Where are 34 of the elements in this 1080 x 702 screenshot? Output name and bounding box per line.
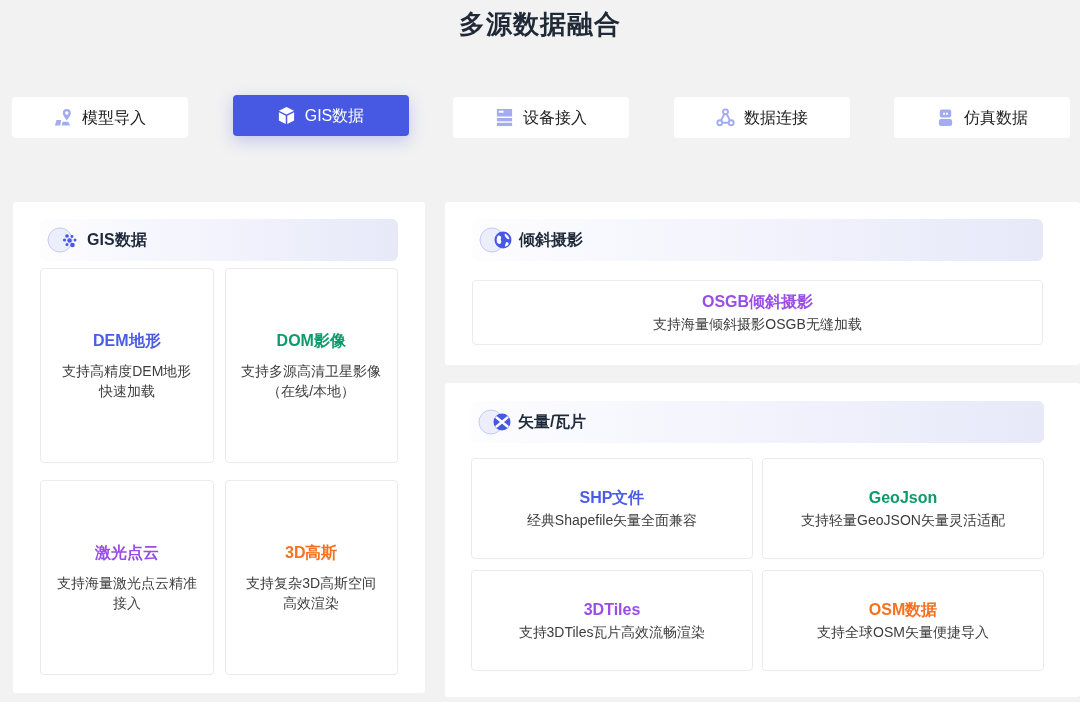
server-icon — [495, 108, 514, 127]
card-title: DEM地形 — [92, 331, 161, 351]
section-title: GIS数据 — [87, 230, 147, 250]
card-title: SHP文件 — [579, 488, 645, 508]
globe-icon — [479, 227, 513, 253]
card-description: 支持全球OSM矢量便捷导入 — [817, 623, 989, 642]
section-title: 倾斜摄影 — [519, 230, 583, 250]
card-title: OSM数据 — [868, 600, 938, 620]
card-description: 支持海量倾斜摄影OSGB无缝加载 — [653, 315, 862, 334]
network-icon — [715, 108, 735, 127]
tab[interactable]: 模型导入 — [12, 97, 188, 138]
tab[interactable]: 数据连接 — [673, 97, 850, 138]
page-title: 多源数据融合 — [459, 8, 621, 41]
card-title: 激光点云 — [94, 543, 159, 563]
tab[interactable]: GIS数据 — [232, 95, 409, 136]
card-title: DOM影像 — [276, 331, 346, 351]
card-description: 经典Shapefile矢量全面兼容 — [526, 511, 698, 530]
x-circle-icon — [478, 409, 512, 435]
robot-icon — [936, 108, 955, 127]
card-description: 支持高精度DEM地形快速加载 — [61, 362, 193, 401]
section-title: 矢量/瓦片 — [518, 412, 587, 432]
tab[interactable]: 设备接入 — [453, 97, 629, 138]
card-description: 支持复杂3D高斯空间高效渲染 — [245, 574, 378, 613]
cube-icon — [276, 106, 296, 125]
tab[interactable]: 仿真数据 — [894, 97, 1070, 138]
card-description: 支持3DTiles瓦片高效流畅渲染 — [518, 623, 706, 642]
map-pin-icon — [54, 108, 73, 127]
card-title: 3D高斯 — [285, 543, 338, 563]
card-description: 支持多源高清卫星影像（在线/本地） — [240, 362, 383, 401]
card-title: OSGB倾斜摄影 — [701, 292, 814, 312]
card-description: 支持海量激光点云精准接入 — [55, 574, 198, 613]
card-description: 支持轻量GeoJSON矢量灵活适配 — [801, 511, 1005, 530]
card-title: 3DTiles — [583, 600, 641, 620]
card-title: GeoJson — [868, 488, 938, 508]
